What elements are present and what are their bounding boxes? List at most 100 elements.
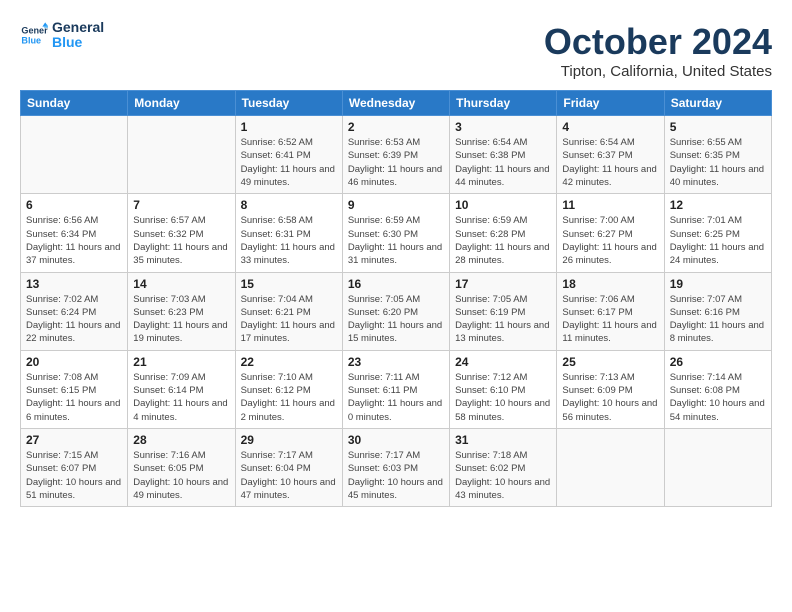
day-cell	[557, 428, 664, 506]
day-cell: 19Sunrise: 7:07 AMSunset: 6:16 PMDayligh…	[664, 272, 771, 350]
day-cell: 16 Sunrise: 7:05 AMSunset: 6:20 PMDayligh…	[342, 272, 449, 350]
day-number: 16	[348, 277, 444, 291]
day-number: 5	[670, 120, 766, 134]
week-row-3: 13 Sunrise: 7:02 AMSunset: 6:24 PMDayligh…	[21, 272, 772, 350]
day-cell: 13 Sunrise: 7:02 AMSunset: 6:24 PMDayligh…	[21, 272, 128, 350]
day-number: 9	[348, 198, 444, 212]
day-cell: 23 Sunrise: 7:11 AMSunset: 6:11 PMDayligh…	[342, 350, 449, 428]
day-number: 2	[348, 120, 444, 134]
day-number: 14	[133, 277, 229, 291]
week-row-5: 27 Sunrise: 7:15 AMSunset: 6:07 PMDayligh…	[21, 428, 772, 506]
weekday-header-wednesday: Wednesday	[342, 91, 449, 116]
day-info: Sunrise: 7:18 AMSunset: 6:02 PMDaylight:…	[455, 449, 551, 502]
day-info: Sunrise: 7:05 AMSunset: 6:19 PMDaylight:…	[455, 293, 551, 346]
day-cell: 25 Sunrise: 7:13 AMSunset: 6:09 PMDayligh…	[557, 350, 664, 428]
day-number: 29	[241, 433, 337, 447]
day-info: Sunrise: 7:02 AMSunset: 6:24 PMDaylight:…	[26, 293, 122, 346]
day-number: 10	[455, 198, 551, 212]
day-cell: 28 Sunrise: 7:16 AMSunset: 6:05 PMDayligh…	[128, 428, 235, 506]
day-number: 30	[348, 433, 444, 447]
day-cell: 26Sunrise: 7:14 AMSunset: 6:08 PMDayligh…	[664, 350, 771, 428]
month-title: October 2024	[544, 20, 772, 63]
header: General Blue General Blue October 2024 T…	[20, 20, 772, 80]
location-title: Tipton, California, United States	[544, 63, 772, 80]
day-cell: 7 Sunrise: 6:57 AMSunset: 6:32 PMDaylight…	[128, 194, 235, 272]
day-cell: 9 Sunrise: 6:59 AMSunset: 6:30 PMDaylight…	[342, 194, 449, 272]
day-info: Sunrise: 6:58 AMSunset: 6:31 PMDaylight:…	[241, 214, 337, 267]
day-info: Sunrise: 6:59 AMSunset: 6:30 PMDaylight:…	[348, 214, 444, 267]
day-info: Sunrise: 7:00 AMSunset: 6:27 PMDaylight:…	[562, 214, 658, 267]
week-row-2: 6 Sunrise: 6:56 AMSunset: 6:34 PMDaylight…	[21, 194, 772, 272]
day-info: Sunrise: 7:01 AMSunset: 6:25 PMDaylight:…	[670, 214, 766, 267]
day-info: Sunrise: 6:53 AMSunset: 6:39 PMDaylight:…	[348, 136, 444, 189]
day-cell	[128, 116, 235, 194]
day-cell: 10 Sunrise: 6:59 AMSunset: 6:28 PMDayligh…	[450, 194, 557, 272]
day-info: Sunrise: 7:16 AMSunset: 6:05 PMDaylight:…	[133, 449, 229, 502]
day-number: 6	[26, 198, 122, 212]
day-cell: 18 Sunrise: 7:06 AMSunset: 6:17 PMDayligh…	[557, 272, 664, 350]
svg-text:General: General	[21, 26, 48, 36]
day-number: 31	[455, 433, 551, 447]
day-number: 11	[562, 198, 658, 212]
day-info: Sunrise: 7:17 AMSunset: 6:04 PMDaylight:…	[241, 449, 337, 502]
day-number: 13	[26, 277, 122, 291]
week-row-1: 1Sunrise: 6:52 AMSunset: 6:41 PMDaylight…	[21, 116, 772, 194]
day-cell: 4 Sunrise: 6:54 AMSunset: 6:37 PMDaylight…	[557, 116, 664, 194]
day-number: 20	[26, 355, 122, 369]
day-info: Sunrise: 7:06 AMSunset: 6:17 PMDaylight:…	[562, 293, 658, 346]
day-number: 21	[133, 355, 229, 369]
day-number: 25	[562, 355, 658, 369]
day-cell: 27 Sunrise: 7:15 AMSunset: 6:07 PMDayligh…	[21, 428, 128, 506]
day-info: Sunrise: 7:15 AMSunset: 6:07 PMDaylight:…	[26, 449, 122, 502]
day-number: 17	[455, 277, 551, 291]
svg-text:Blue: Blue	[21, 36, 41, 46]
day-number: 12	[670, 198, 766, 212]
day-cell: 3 Sunrise: 6:54 AMSunset: 6:38 PMDaylight…	[450, 116, 557, 194]
day-info: Sunrise: 7:10 AMSunset: 6:12 PMDaylight:…	[241, 371, 337, 424]
day-cell: 22 Sunrise: 7:10 AMSunset: 6:12 PMDayligh…	[235, 350, 342, 428]
day-cell	[664, 428, 771, 506]
weekday-header-thursday: Thursday	[450, 91, 557, 116]
day-cell: 2 Sunrise: 6:53 AMSunset: 6:39 PMDaylight…	[342, 116, 449, 194]
day-number: 28	[133, 433, 229, 447]
day-info: Sunrise: 6:56 AMSunset: 6:34 PMDaylight:…	[26, 214, 122, 267]
day-cell: 12 Sunrise: 7:01 AMSunset: 6:25 PMDayligh…	[664, 194, 771, 272]
day-info: Sunrise: 6:54 AMSunset: 6:37 PMDaylight:…	[562, 136, 658, 189]
day-info: Sunrise: 7:03 AMSunset: 6:23 PMDaylight:…	[133, 293, 229, 346]
logo-line2: Blue	[52, 35, 104, 50]
day-info: Sunrise: 6:57 AMSunset: 6:32 PMDaylight:…	[133, 214, 229, 267]
day-info: Sunrise: 7:11 AMSunset: 6:11 PMDaylight:…	[348, 371, 444, 424]
day-info: Sunrise: 7:05 AMSunset: 6:20 PMDaylight:…	[348, 293, 444, 346]
day-cell: 15 Sunrise: 7:04 AMSunset: 6:21 PMDayligh…	[235, 272, 342, 350]
day-number: 15	[241, 277, 337, 291]
day-info: Sunrise: 7:13 AMSunset: 6:09 PMDaylight:…	[562, 371, 658, 424]
day-cell: 17 Sunrise: 7:05 AMSunset: 6:19 PMDayligh…	[450, 272, 557, 350]
day-number: 24	[455, 355, 551, 369]
day-number: 3	[455, 120, 551, 134]
day-number: 22	[241, 355, 337, 369]
day-cell: 6 Sunrise: 6:56 AMSunset: 6:34 PMDaylight…	[21, 194, 128, 272]
day-cell: 31 Sunrise: 7:18 AMSunset: 6:02 PMDayligh…	[450, 428, 557, 506]
logo-line1: General	[52, 20, 104, 35]
day-number: 19	[670, 277, 766, 291]
day-number: 18	[562, 277, 658, 291]
day-number: 7	[133, 198, 229, 212]
day-info: Sunrise: 7:17 AMSunset: 6:03 PMDaylight:…	[348, 449, 444, 502]
day-cell: 30 Sunrise: 7:17 AMSunset: 6:03 PMDayligh…	[342, 428, 449, 506]
day-cell: 29 Sunrise: 7:17 AMSunset: 6:04 PMDayligh…	[235, 428, 342, 506]
day-cell	[21, 116, 128, 194]
day-cell: 20 Sunrise: 7:08 AMSunset: 6:15 PMDayligh…	[21, 350, 128, 428]
day-info: Sunrise: 7:04 AMSunset: 6:21 PMDaylight:…	[241, 293, 337, 346]
logo-icon: General Blue	[20, 21, 48, 49]
day-number: 26	[670, 355, 766, 369]
day-number: 23	[348, 355, 444, 369]
day-number: 4	[562, 120, 658, 134]
day-number: 27	[26, 433, 122, 447]
weekday-header-monday: Monday	[128, 91, 235, 116]
day-info: Sunrise: 6:59 AMSunset: 6:28 PMDaylight:…	[455, 214, 551, 267]
day-info: Sunrise: 6:55 AMSunset: 6:35 PMDaylight:…	[670, 136, 766, 189]
weekday-header-sunday: Sunday	[21, 91, 128, 116]
day-info: Sunrise: 7:08 AMSunset: 6:15 PMDaylight:…	[26, 371, 122, 424]
day-number: 8	[241, 198, 337, 212]
day-info: Sunrise: 6:54 AMSunset: 6:38 PMDaylight:…	[455, 136, 551, 189]
